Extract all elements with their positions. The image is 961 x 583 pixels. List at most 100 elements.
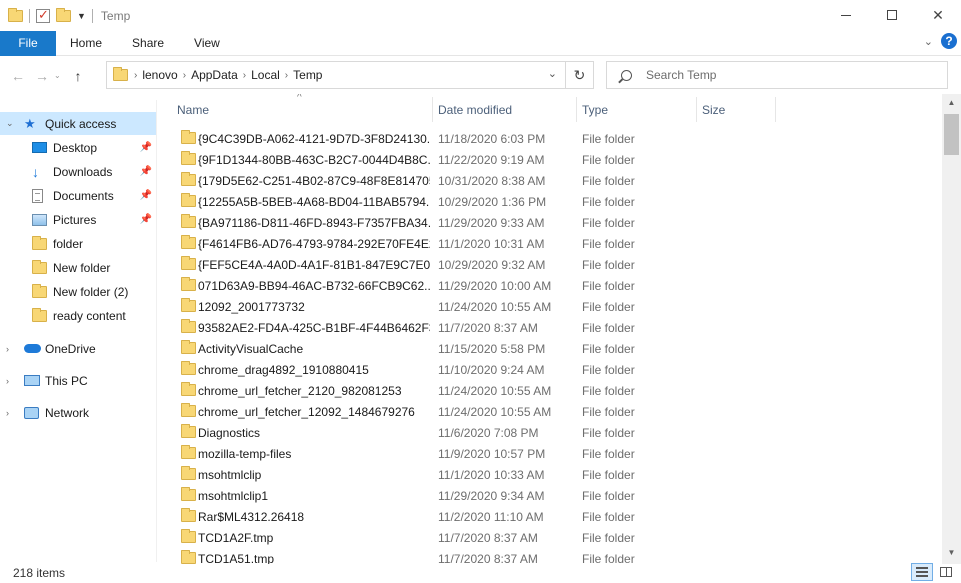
expand-chevron-icon[interactable]: › xyxy=(6,344,9,354)
tab-file[interactable]: File xyxy=(0,30,56,56)
forward-arrow-icon[interactable]: → xyxy=(30,68,54,84)
search-input[interactable]: Search Temp xyxy=(606,61,948,89)
file-row[interactable]: chrome_drag4892_1910880415 11/10/2020 9:2… xyxy=(157,359,942,380)
large-icons-view-button[interactable] xyxy=(935,563,957,581)
file-name: chrome_drag4892_1910880415 xyxy=(198,363,369,377)
file-type: File folder xyxy=(582,258,635,272)
folder-icon xyxy=(181,235,196,249)
file-date-modified: 11/1/2020 10:31 AM xyxy=(438,237,545,251)
file-type: File folder xyxy=(582,195,635,209)
vertical-scrollbar[interactable]: ▲ ▼ xyxy=(942,94,961,564)
folder-icon xyxy=(181,445,196,459)
nav-new-folder[interactable]: New folder xyxy=(0,256,156,279)
up-arrow-icon[interactable]: ↑ xyxy=(66,68,90,84)
new-folder-icon[interactable] xyxy=(56,7,71,22)
file-type: File folder xyxy=(582,279,635,293)
nav-downloads[interactable]: ↓ Downloads 📌 xyxy=(0,160,156,183)
file-row[interactable]: ActivityVisualCache 11/15/2020 5:58 PM Fil… xyxy=(157,338,942,359)
tab-share[interactable]: Share xyxy=(117,31,179,56)
file-row[interactable]: TCD1A2F.tmp 11/7/2020 8:37 AM File folder xyxy=(157,527,942,548)
scroll-thumb[interactable] xyxy=(944,114,959,155)
nav-new-folder-2[interactable]: New folder (2) xyxy=(0,280,156,303)
nav-folder[interactable]: folder xyxy=(0,232,156,255)
expand-chevron-icon[interactable]: › xyxy=(6,408,9,418)
nav-documents[interactable]: Documents 📌 xyxy=(0,184,156,207)
file-row[interactable]: 93582AE2-FD4A-425C-B1BF-4F44B6462F33 11/7… xyxy=(157,317,942,338)
folder-icon xyxy=(181,382,196,396)
breadcrumb-appdata[interactable]: AppData xyxy=(191,68,238,82)
file-date-modified: 11/24/2020 10:55 AM xyxy=(438,300,552,314)
breadcrumb-lenovo[interactable]: lenovo xyxy=(142,68,177,82)
column-header-size[interactable]: Size xyxy=(696,97,776,122)
nav-quick-access[interactable]: ⌄ ★ Quick access xyxy=(0,112,156,135)
minimize-button[interactable] xyxy=(823,0,869,30)
customize-toolbar-dropdown-icon[interactable]: ▼ xyxy=(77,11,86,21)
breadcrumb-chevron-icon[interactable]: › xyxy=(134,70,137,81)
file-row[interactable]: {9F1D1344-80BB-463C-B2C7-0044D4B8C... 11/… xyxy=(157,149,942,170)
file-date-modified: 11/7/2020 8:37 AM xyxy=(438,531,538,545)
folder-icon xyxy=(181,193,196,207)
pin-icon: 📌 xyxy=(139,214,152,225)
folder-icon xyxy=(32,283,47,298)
file-row[interactable]: {12255A5B-5BEB-4A68-BD04-11BAB5794... 10/… xyxy=(157,191,942,212)
details-view-button[interactable] xyxy=(911,563,933,581)
file-row[interactable]: {F4614FB6-AD76-4793-9784-292E70FE4E2... 1… xyxy=(157,233,942,254)
folder-icon xyxy=(8,7,23,22)
file-row[interactable]: {FEF5CE4A-4A0D-4A1F-81B1-847E9C7E0... 10/… xyxy=(157,254,942,275)
expand-chevron-icon[interactable]: ⌄ xyxy=(6,118,14,129)
file-name: {9C4C39DB-A062-4121-9D7D-3F8D24130... xyxy=(198,132,430,146)
back-arrow-icon[interactable]: ← xyxy=(6,68,30,84)
file-date-modified: 11/22/2020 9:19 AM xyxy=(438,153,545,167)
file-type: File folder xyxy=(582,342,635,356)
address-bar[interactable]: › lenovo › AppData › Local › Temp ⌄ xyxy=(106,61,566,89)
nav-desktop[interactable]: Desktop 📌 xyxy=(0,136,156,159)
nav-ready-content[interactable]: ready content xyxy=(0,304,156,327)
file-row[interactable]: {9C4C39DB-A062-4121-9D7D-3F8D24130... 11/… xyxy=(157,128,942,149)
column-header-date[interactable]: Date modified xyxy=(432,97,577,122)
file-row[interactable]: msohtmlclip1 11/29/2020 9:34 AM File folde… xyxy=(157,485,942,506)
refresh-button[interactable]: ↻ xyxy=(566,61,594,89)
nav-this-pc[interactable]: › This PC xyxy=(0,369,156,392)
file-row[interactable]: chrome_url_fetcher_2120_982081253 11/24/2… xyxy=(157,380,942,401)
help-icon[interactable]: ? xyxy=(941,33,957,49)
properties-icon[interactable] xyxy=(36,7,50,23)
file-row[interactable]: 12092_2001773732 11/24/2020 10:55 AM File … xyxy=(157,296,942,317)
breadcrumb-chevron-icon[interactable]: › xyxy=(285,70,288,81)
file-date-modified: 11/29/2020 9:34 AM xyxy=(438,489,545,503)
breadcrumb-local[interactable]: Local xyxy=(251,68,280,82)
file-row[interactable]: {179D5E62-C251-4B02-87C9-48F8E814705... 1… xyxy=(157,170,942,191)
nav-label: Pictures xyxy=(53,212,97,227)
file-date-modified: 11/29/2020 9:33 AM xyxy=(438,216,545,230)
file-row[interactable]: msohtmlclip 11/1/2020 10:33 AM File folder xyxy=(157,464,942,485)
file-type: File folder xyxy=(582,237,635,251)
expand-ribbon-icon[interactable]: ⌄ xyxy=(924,35,933,48)
breadcrumb-temp[interactable]: Temp xyxy=(293,68,322,82)
expand-chevron-icon[interactable]: › xyxy=(6,376,9,386)
file-row[interactable]: chrome_url_fetcher_12092_1484679276 11/24… xyxy=(157,401,942,422)
recent-locations-dropdown-icon[interactable]: ⌄ xyxy=(54,71,66,80)
nav-onedrive[interactable]: › OneDrive xyxy=(0,337,156,360)
file-row[interactable]: Rar$ML4312.26418 11/2/2020 11:10 AM File f… xyxy=(157,506,942,527)
maximize-button[interactable] xyxy=(869,0,915,30)
scroll-down-icon[interactable]: ▼ xyxy=(946,548,957,557)
file-row[interactable]: {BA971186-D811-46FD-8943-F7357FBA34... 11… xyxy=(157,212,942,233)
nav-pictures[interactable]: Pictures 📌 xyxy=(0,208,156,231)
file-row[interactable]: Diagnostics 11/6/2020 7:08 PM File folder xyxy=(157,422,942,443)
close-icon: ✕ xyxy=(932,6,944,23)
close-button[interactable]: ✕ xyxy=(915,0,961,30)
tab-home[interactable]: Home xyxy=(56,31,117,56)
breadcrumb-chevron-icon[interactable]: › xyxy=(243,70,246,81)
scroll-up-icon[interactable]: ▲ xyxy=(946,98,957,107)
file-date-modified: 11/15/2020 5:58 PM xyxy=(438,342,546,356)
file-name: {12255A5B-5BEB-4A68-BD04-11BAB5794... xyxy=(198,195,430,209)
file-row[interactable]: mozilla-temp-files 11/9/2020 10:57 PM File… xyxy=(157,443,942,464)
folder-icon xyxy=(32,235,47,250)
breadcrumb-chevron-icon[interactable]: › xyxy=(183,70,186,81)
column-header-name[interactable]: Name xyxy=(177,97,432,122)
file-date-modified: 11/7/2020 8:37 AM xyxy=(438,321,538,335)
file-row[interactable]: 071D63A9-BB94-46AC-B732-66FCB9C62... 11/2… xyxy=(157,275,942,296)
tab-view[interactable]: View xyxy=(179,31,235,56)
address-dropdown-icon[interactable]: ⌄ xyxy=(548,67,557,80)
column-header-type[interactable]: Type xyxy=(576,97,696,122)
nav-network[interactable]: › Network xyxy=(0,401,156,424)
